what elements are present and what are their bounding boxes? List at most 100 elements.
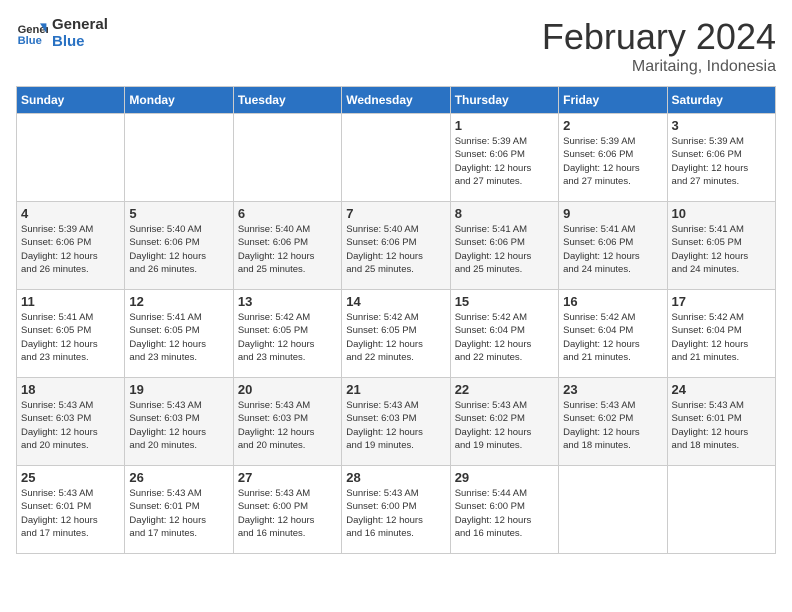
calendar-cell: 5Sunrise: 5:40 AM Sunset: 6:06 PM Daylig… [125,202,233,290]
svg-text:Blue: Blue [18,35,42,47]
logo-icon: General Blue [16,17,48,49]
day-info: Sunrise: 5:43 AM Sunset: 6:01 PM Dayligh… [21,487,120,540]
day-number: 15 [455,294,554,309]
day-info: Sunrise: 5:41 AM Sunset: 6:05 PM Dayligh… [672,223,771,276]
day-info: Sunrise: 5:43 AM Sunset: 6:03 PM Dayligh… [346,399,445,452]
calendar-week-row: 25 Sunrise: 5:43 AM Sunset: 6:01 PM Dayli… [17,466,776,554]
calendar-cell [233,114,341,202]
calendar-cell [559,466,667,554]
logo-general: General [52,16,108,33]
day-info: Sunrise: 5:42 AM Sunset: 6:04 PM Dayligh… [672,311,771,364]
day-number: 13 [238,294,337,309]
day-number: 22 [455,382,554,397]
calendar-cell: 8 Sunrise: 5:41 AM Sunset: 6:06 PM Daylig… [450,202,558,290]
calendar-week-row: 4 Sunrise: 5:39 AM Sunset: 6:06 PM Daylig… [17,202,776,290]
day-info: Sunrise: 5:43 AM Sunset: 6:02 PM Dayligh… [563,399,662,452]
calendar-cell: 20 Sunrise: 5:43 AM Sunset: 6:03 PM Dayli… [233,378,341,466]
day-info: Sunrise: 5:43 AM Sunset: 6:01 PM Dayligh… [129,487,228,540]
day-info: Sunrise: 5:42 AM Sunset: 6:05 PM Dayligh… [346,311,445,364]
day-info: Sunrise: 5:42 AM Sunset: 6:04 PM Dayligh… [563,311,662,364]
calendar-cell: 3 Sunrise: 5:39 AM Sunset: 6:06 PM Daylig… [667,114,775,202]
day-info: Sunrise: 5:43 AM Sunset: 6:03 PM Dayligh… [238,399,337,452]
calendar-cell: 26 Sunrise: 5:43 AM Sunset: 6:01 PM Dayli… [125,466,233,554]
day-info: Sunrise: 5:43 AM Sunset: 6:00 PM Dayligh… [238,487,337,540]
weekday-header: Thursday [450,87,558,114]
day-number: 24 [672,382,771,397]
calendar-cell: 17 Sunrise: 5:42 AM Sunset: 6:04 PM Dayli… [667,290,775,378]
calendar-cell: 25 Sunrise: 5:43 AM Sunset: 6:01 PM Dayli… [17,466,125,554]
calendar-cell: 16 Sunrise: 5:42 AM Sunset: 6:04 PM Dayli… [559,290,667,378]
calendar-cell: 12 Sunrise: 5:41 AM Sunset: 6:05 PM Dayli… [125,290,233,378]
day-number: 4 [21,206,120,221]
day-info: Sunrise: 5:43 AM Sunset: 6:01 PM Dayligh… [672,399,771,452]
calendar-table: SundayMondayTuesdayWednesdayThursdayFrid… [16,86,776,554]
day-number: 25 [21,470,120,485]
day-info: Sunrise: 5:40 AM Sunset: 6:06 PM Dayligh… [129,223,228,276]
calendar-cell [125,114,233,202]
calendar-week-row: 11Sunrise: 5:41 AM Sunset: 6:05 PM Dayli… [17,290,776,378]
calendar-cell: 23 Sunrise: 5:43 AM Sunset: 6:02 PM Dayli… [559,378,667,466]
day-info: Sunrise: 5:39 AM Sunset: 6:06 PM Dayligh… [21,223,120,276]
day-info: Sunrise: 5:42 AM Sunset: 6:04 PM Dayligh… [455,311,554,364]
calendar-cell: 7 Sunrise: 5:40 AM Sunset: 6:06 PM Daylig… [342,202,450,290]
day-info: Sunrise: 5:41 AM Sunset: 6:05 PM Dayligh… [129,311,228,364]
logo: General Blue General Blue [16,16,108,50]
calendar-cell [17,114,125,202]
calendar-cell: 2Sunrise: 5:39 AM Sunset: 6:06 PM Daylig… [559,114,667,202]
day-number: 8 [455,206,554,221]
day-number: 12 [129,294,228,309]
calendar-cell: 4 Sunrise: 5:39 AM Sunset: 6:06 PM Daylig… [17,202,125,290]
day-info: Sunrise: 5:42 AM Sunset: 6:05 PM Dayligh… [238,311,337,364]
calendar-cell: 14 Sunrise: 5:42 AM Sunset: 6:05 PM Dayli… [342,290,450,378]
calendar-cell: 29Sunrise: 5:44 AM Sunset: 6:00 PM Dayli… [450,466,558,554]
weekday-header: Saturday [667,87,775,114]
weekday-header: Wednesday [342,87,450,114]
calendar-cell: 22 Sunrise: 5:43 AM Sunset: 6:02 PM Dayli… [450,378,558,466]
calendar-header-row: SundayMondayTuesdayWednesdayThursdayFrid… [17,87,776,114]
calendar-week-row: 1 Sunrise: 5:39 AM Sunset: 6:06 PM Daylig… [17,114,776,202]
day-number: 19 [129,382,228,397]
calendar-cell: 1 Sunrise: 5:39 AM Sunset: 6:06 PM Daylig… [450,114,558,202]
day-number: 3 [672,118,771,133]
day-number: 18 [21,382,120,397]
page-header: General Blue General Blue February 2024 … [16,16,776,76]
day-number: 29 [455,470,554,485]
day-number: 17 [672,294,771,309]
calendar-week-row: 18 Sunrise: 5:43 AM Sunset: 6:03 PM Dayli… [17,378,776,466]
weekday-header: Monday [125,87,233,114]
day-number: 21 [346,382,445,397]
day-info: Sunrise: 5:39 AM Sunset: 6:06 PM Dayligh… [672,135,771,188]
day-number: 23 [563,382,662,397]
weekday-header: Tuesday [233,87,341,114]
logo-blue: Blue [52,33,108,50]
calendar-cell [667,466,775,554]
calendar-cell [342,114,450,202]
day-number: 10 [672,206,771,221]
day-info: Sunrise: 5:43 AM Sunset: 6:02 PM Dayligh… [455,399,554,452]
calendar-cell: 6Sunrise: 5:40 AM Sunset: 6:06 PM Daylig… [233,202,341,290]
calendar-cell: 18 Sunrise: 5:43 AM Sunset: 6:03 PM Dayli… [17,378,125,466]
location-title: Maritaing, Indonesia [542,58,776,76]
day-number: 7 [346,206,445,221]
day-number: 26 [129,470,228,485]
day-number: 27 [238,470,337,485]
title-block: February 2024 Maritaing, Indonesia [542,16,776,76]
day-info: Sunrise: 5:40 AM Sunset: 6:06 PM Dayligh… [346,223,445,276]
day-info: Sunrise: 5:39 AM Sunset: 6:06 PM Dayligh… [455,135,554,188]
weekday-header: Friday [559,87,667,114]
calendar-cell: 28 Sunrise: 5:43 AM Sunset: 6:00 PM Dayli… [342,466,450,554]
day-info: Sunrise: 5:43 AM Sunset: 6:03 PM Dayligh… [129,399,228,452]
day-info: Sunrise: 5:43 AM Sunset: 6:03 PM Dayligh… [21,399,120,452]
calendar-cell: 9Sunrise: 5:41 AM Sunset: 6:06 PM Daylig… [559,202,667,290]
day-number: 28 [346,470,445,485]
day-info: Sunrise: 5:41 AM Sunset: 6:06 PM Dayligh… [455,223,554,276]
day-info: Sunrise: 5:43 AM Sunset: 6:00 PM Dayligh… [346,487,445,540]
day-number: 16 [563,294,662,309]
day-number: 20 [238,382,337,397]
day-number: 14 [346,294,445,309]
day-info: Sunrise: 5:40 AM Sunset: 6:06 PM Dayligh… [238,223,337,276]
weekday-header: Sunday [17,87,125,114]
day-number: 2 [563,118,662,133]
day-number: 1 [455,118,554,133]
calendar-body: 1 Sunrise: 5:39 AM Sunset: 6:06 PM Daylig… [17,114,776,554]
